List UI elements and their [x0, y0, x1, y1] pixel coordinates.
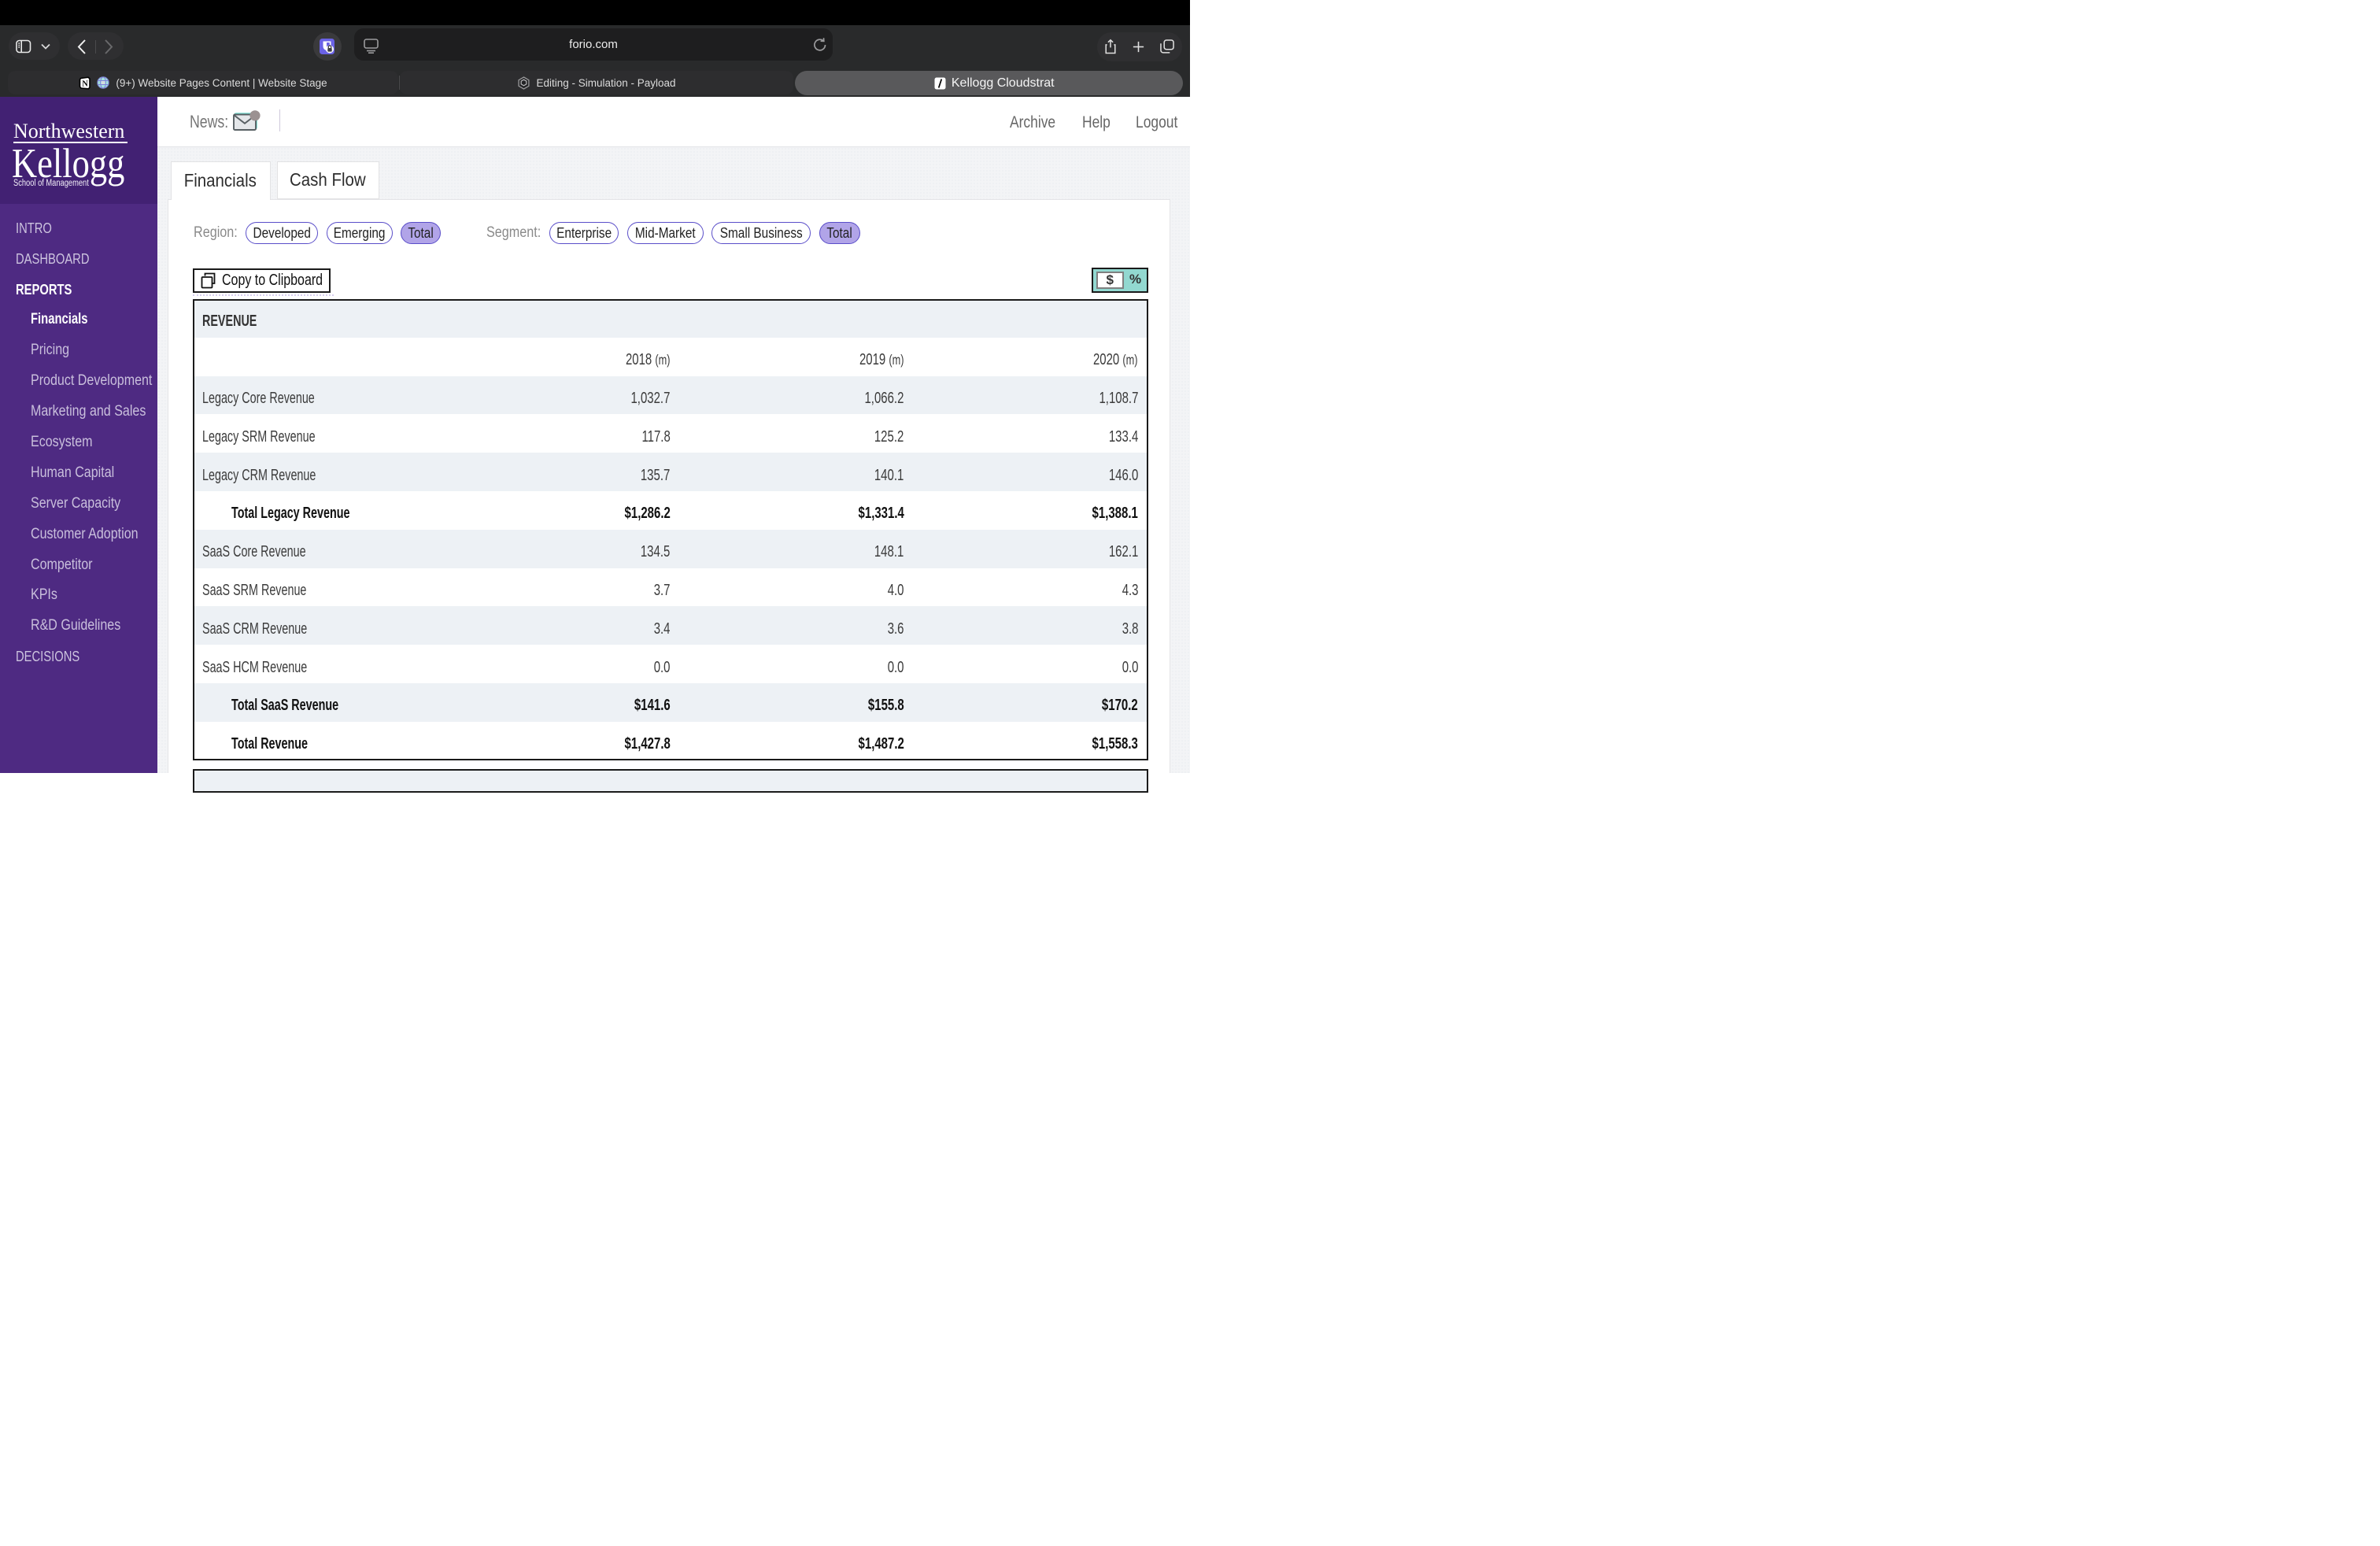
svg-text:N: N [83, 80, 89, 88]
